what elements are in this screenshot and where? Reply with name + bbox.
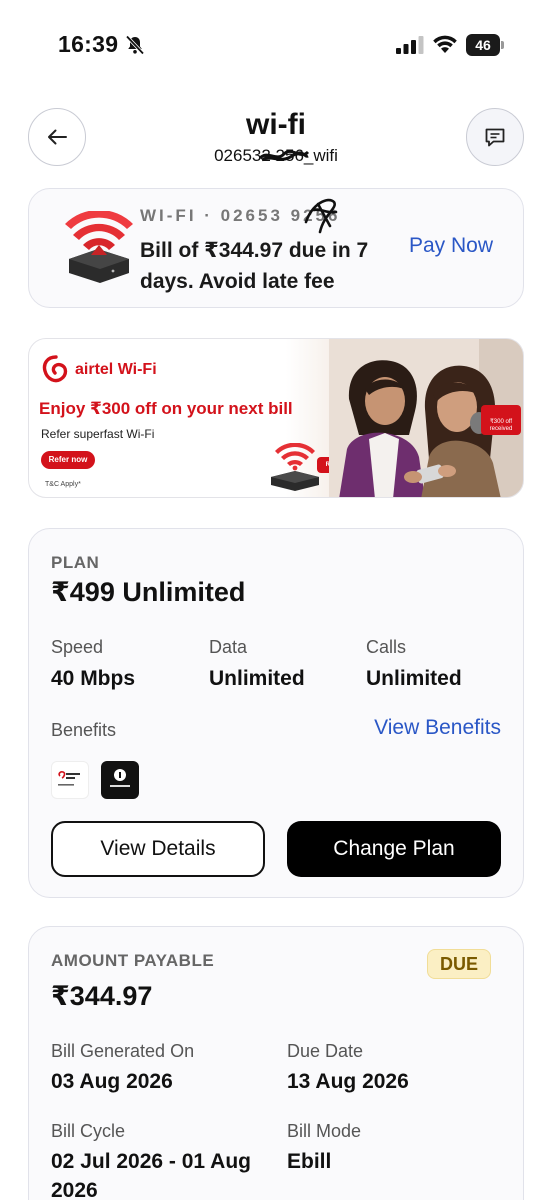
plan-name: ₹499 Unlimited xyxy=(51,577,246,607)
view-details-button[interactable]: View Details xyxy=(51,821,265,877)
amount-payable-card: AMOUNT PAYABLE DUE ₹344.97 Bill Generate… xyxy=(28,926,524,1200)
banner-brand: airtel Wi-Fi xyxy=(75,361,157,378)
plan-label: PLAN xyxy=(51,553,100,572)
bell-muted-icon xyxy=(125,35,145,55)
status-time: 16:39 xyxy=(58,31,119,57)
amount-label: AMOUNT PAYABLE xyxy=(51,951,215,970)
due-status-badge: DUE xyxy=(427,949,491,979)
reward-badge: ₹300 off received xyxy=(481,405,521,435)
amount-value: ₹344.97 xyxy=(51,981,153,1011)
google-one-icon[interactable] xyxy=(101,761,139,799)
data-label: Data xyxy=(209,637,248,657)
banner-router-icon xyxy=(271,443,319,491)
bill-due-card[interactable]: WI-FI · 02653 9256 Bill of ₹344.97 due i… xyxy=(28,188,524,308)
battery-level: 46 xyxy=(466,34,500,56)
bill-generated-value: 03 Aug 2026 xyxy=(51,1070,173,1093)
plan-card: PLAN ₹499 Unlimited Speed 40 Mbps Data U… xyxy=(28,528,524,898)
due-date-value: 13 Aug 2026 xyxy=(287,1070,409,1093)
chat-icon xyxy=(485,128,505,147)
refer-now-button[interactable]: Refer now xyxy=(41,451,95,469)
bill-mode-label: Bill Mode xyxy=(287,1121,362,1141)
view-benefits-link[interactable]: View Benefits xyxy=(374,716,501,740)
bill-cycle-value: 02 Jul 2026 - 01 Aug 2026 xyxy=(51,1150,251,1200)
battery-cap xyxy=(501,41,504,49)
benefits-label: Benefits xyxy=(51,720,117,740)
banner-headline: Enjoy ₹300 off on your next bill xyxy=(39,399,293,418)
cellular-signal-icon xyxy=(396,36,424,54)
referral-promo-banner[interactable]: airtel Wi-Fi Enjoy ₹300 off on your next… xyxy=(28,338,524,498)
calls-value: Unlimited xyxy=(366,667,462,690)
bill-mode-value: Ebill xyxy=(287,1150,332,1173)
google-one-logo xyxy=(110,769,130,787)
banner-terms: T&C Apply* xyxy=(45,481,81,488)
data-value: Unlimited xyxy=(209,667,305,690)
redaction-scribble-2 xyxy=(304,198,338,234)
bill-generated-label: Bill Generated On xyxy=(51,1041,195,1061)
xstream-play-logo xyxy=(58,771,80,786)
status-bar: 16:39 46 xyxy=(0,0,552,90)
wifi-status-icon xyxy=(433,35,457,53)
due-date-label: Due Date xyxy=(287,1041,364,1061)
airtel-logo-icon xyxy=(42,355,68,383)
speed-value: 40 Mbps xyxy=(51,667,136,690)
banner-subtext: Refer superfast Wi-Fi xyxy=(41,427,155,441)
xstream-play-icon[interactable] xyxy=(51,761,89,799)
change-plan-button[interactable]: Change Plan xyxy=(287,821,501,877)
speed-label: Speed xyxy=(51,637,104,657)
pay-now-link[interactable]: Pay Now xyxy=(409,234,493,258)
battery-indicator: 46 xyxy=(466,34,504,56)
bill-due-message: Bill of ₹344.97 due in 7 days. Avoid lat… xyxy=(140,239,369,293)
bill-cycle-label: Bill Cycle xyxy=(51,1121,126,1141)
calls-label: Calls xyxy=(366,637,407,657)
support-chat-button[interactable] xyxy=(466,108,524,166)
redaction-scribble xyxy=(258,149,310,162)
wifi-router-icon xyxy=(65,211,133,283)
